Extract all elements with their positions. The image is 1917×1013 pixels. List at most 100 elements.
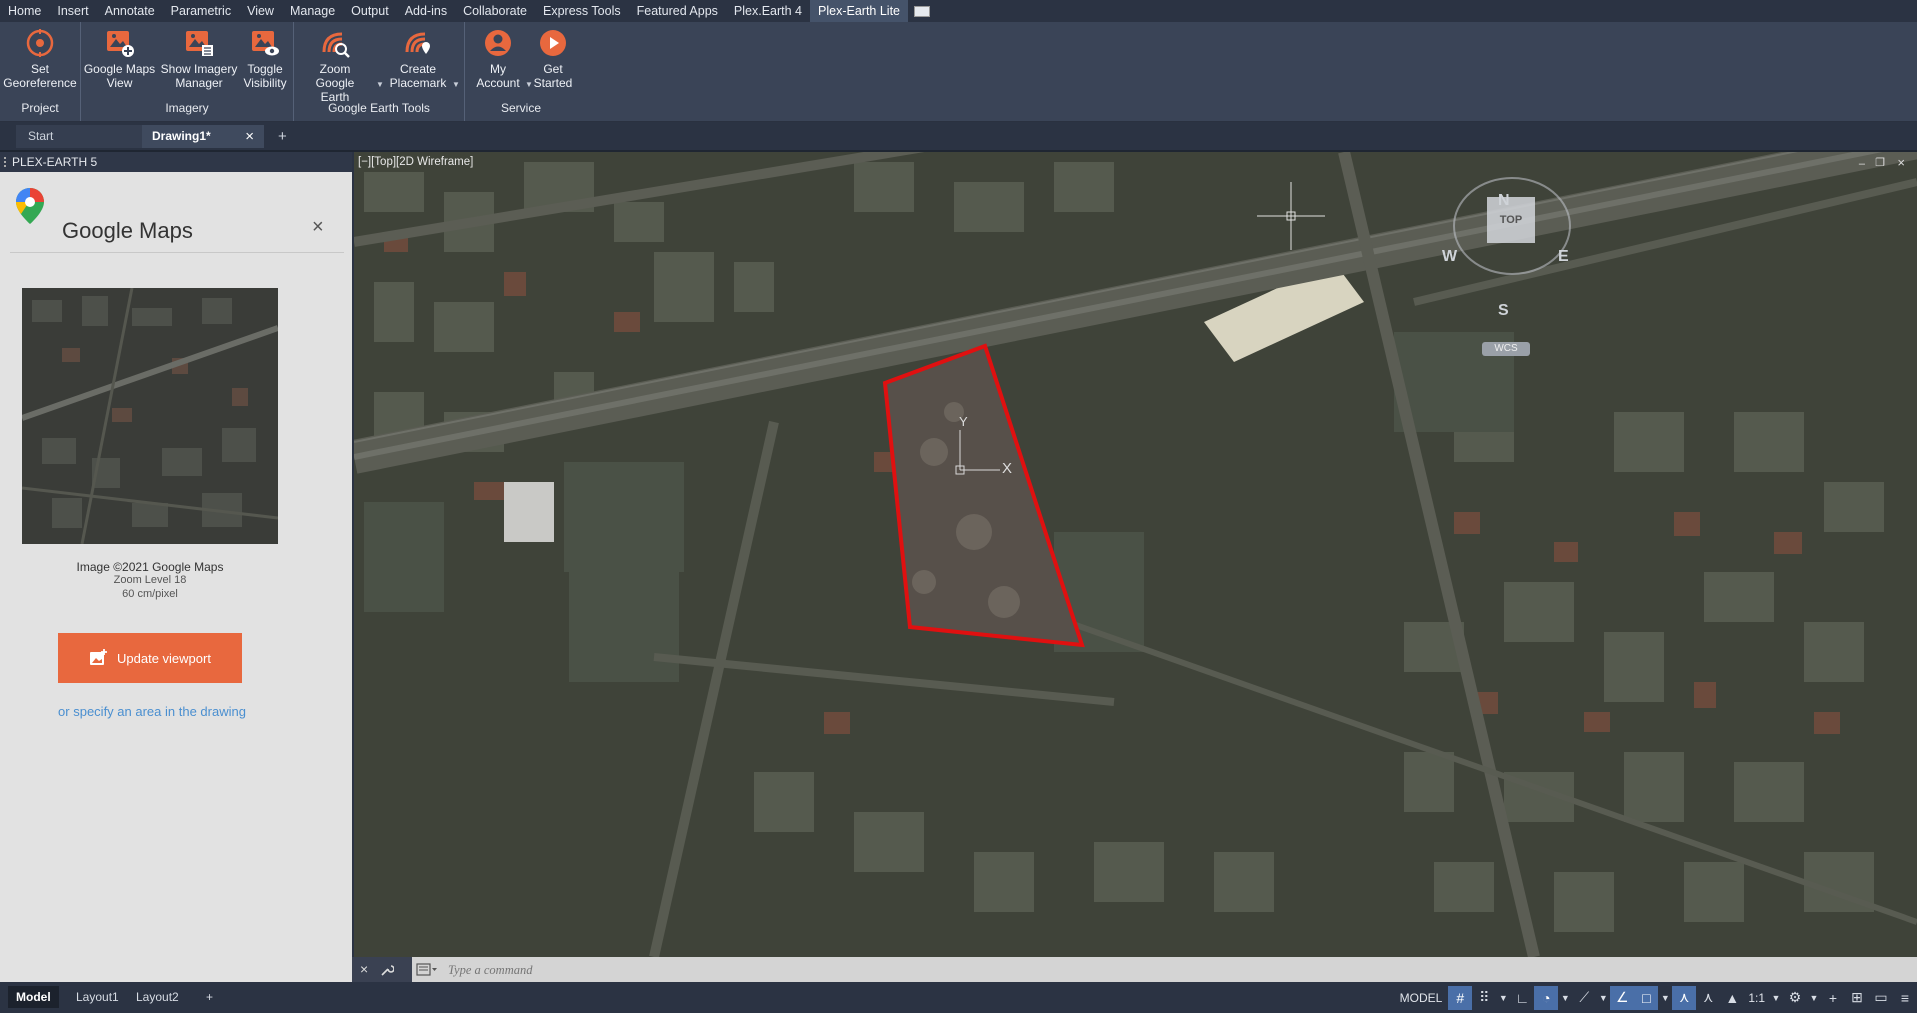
isodraft-dropdown-icon[interactable]: ▼ xyxy=(1596,986,1610,1010)
viewcube-top-face[interactable]: TOP xyxy=(1487,197,1535,243)
menu-item-output[interactable]: Output xyxy=(343,0,397,22)
zoom-google-earth-button[interactable]: Zoom Google Earth xyxy=(302,26,368,104)
menu-item-view[interactable]: View xyxy=(239,0,282,22)
workspace-dropdown-icon[interactable]: ▼ xyxy=(1807,986,1821,1010)
close-command-icon[interactable]: × xyxy=(360,961,368,977)
tab-start[interactable]: Start xyxy=(16,125,142,148)
close-panel-icon[interactable]: × xyxy=(312,216,324,239)
viewport-minimize-icon[interactable]: ‒ xyxy=(1859,158,1865,170)
toggle-visibility-button[interactable]: Toggle Visibility xyxy=(239,26,291,90)
layout-tab-layout1[interactable]: Layout1 xyxy=(68,986,127,1008)
close-tab-icon[interactable]: × xyxy=(245,125,254,148)
get-started-label-2: Started xyxy=(533,76,573,90)
model-space-toggle[interactable]: MODEL xyxy=(1394,991,1449,1005)
georeference-icon xyxy=(26,29,54,57)
resolution: 60 cm/pixel xyxy=(122,588,178,600)
compass-south[interactable]: S xyxy=(1498,302,1509,320)
grid-icon[interactable]: # xyxy=(1448,985,1473,1010)
placemark-icon xyxy=(405,32,430,54)
layout-tab-model[interactable]: Model xyxy=(8,986,59,1008)
customization-menu-icon[interactable]: ≡ xyxy=(1893,986,1917,1010)
panel-project: Set Georeference Project xyxy=(0,22,81,121)
workspace-gear-icon[interactable]: ⚙ xyxy=(1783,986,1807,1010)
snap-dropdown-icon[interactable]: ▼ xyxy=(1496,986,1510,1010)
annotation-visibility-icon[interactable]: ⋏ xyxy=(1672,985,1697,1010)
command-history-icon[interactable] xyxy=(416,963,438,977)
annotation-scale-icon[interactable]: ▲ xyxy=(1720,986,1744,1010)
image-plus-icon xyxy=(90,649,108,665)
google-maps-view-button[interactable]: Google Maps View xyxy=(83,26,156,90)
menu-item-plex-earth-lite[interactable]: Plex-Earth Lite xyxy=(810,0,908,22)
set-georeference-label-1: Set xyxy=(30,62,49,76)
menu-item-plex-earth-4[interactable]: Plex.Earth 4 xyxy=(726,0,810,22)
viewport-close-icon[interactable]: × xyxy=(1897,155,1905,170)
workspace-switch-icon[interactable] xyxy=(914,5,930,17)
annotation-monitor-icon[interactable]: + xyxy=(1821,986,1845,1010)
wrench-icon[interactable] xyxy=(380,963,394,977)
scale-dropdown-icon[interactable]: ▼ xyxy=(1769,986,1783,1010)
layout-tab-layout2[interactable]: Layout2 xyxy=(128,986,187,1008)
zoom-level: Zoom Level 18 xyxy=(113,574,187,586)
menu-item-home[interactable]: Home xyxy=(0,0,49,22)
tab-drawing1[interactable]: Drawing1* × xyxy=(142,125,264,148)
update-viewport-button[interactable]: Update viewport xyxy=(58,633,242,683)
my-account-label-2: Account xyxy=(476,76,520,90)
panel-title-google-earth-tools: Google Earth Tools xyxy=(328,101,430,115)
my-account-button[interactable]: My Account xyxy=(473,26,523,90)
panel-title-project: Project xyxy=(21,101,59,115)
toggle-visibility-label-2: Visibility xyxy=(243,76,287,90)
menu-item-add-ins[interactable]: Add-ins xyxy=(397,0,455,22)
add-layout-button[interactable]: + xyxy=(198,986,221,1008)
isodraft-icon[interactable]: ⟋ xyxy=(1572,986,1596,1010)
viewport-controls-label[interactable]: [−][Top][2D Wireframe] xyxy=(358,156,473,168)
google-maps-view-label-1: Google Maps xyxy=(83,62,156,76)
annotation-scale-value[interactable]: 1:1 xyxy=(1744,991,1769,1005)
show-imagery-manager-label-2: Manager xyxy=(175,76,223,90)
polar-tracking-icon[interactable]: ◔ xyxy=(1534,985,1559,1010)
visibility-icon xyxy=(252,31,279,56)
menu-item-express-tools[interactable]: Express Tools xyxy=(535,0,629,22)
new-tab-button[interactable]: + xyxy=(272,125,296,148)
polar-dropdown-icon[interactable]: ▼ xyxy=(1558,986,1572,1010)
panel-title: Google Maps xyxy=(62,218,193,243)
show-imagery-manager-button[interactable]: Show Imagery Manager xyxy=(159,26,239,90)
update-viewport-label: Update viewport xyxy=(117,650,211,666)
grip-icon[interactable] xyxy=(4,157,8,167)
image-credit: Image ©2021 Google Maps xyxy=(76,560,224,574)
command-input[interactable] xyxy=(446,960,1900,980)
auto-scale-icon[interactable]: ⋏ xyxy=(1696,986,1720,1010)
wcs-menu[interactable]: WCS xyxy=(1482,342,1530,356)
set-georeference-button[interactable]: Set Georeference xyxy=(0,26,80,90)
units-icon[interactable]: ⊞ xyxy=(1845,986,1869,1010)
ortho-icon[interactable]: ∟ xyxy=(1510,986,1534,1010)
menu-item-parametric[interactable]: Parametric xyxy=(163,0,239,22)
placemark-dropdown-caret[interactable]: ▼ xyxy=(452,80,460,89)
osnap-dropdown-icon[interactable]: ▼ xyxy=(1658,986,1672,1010)
get-started-button[interactable]: Get Started xyxy=(531,26,575,90)
create-placemark-button[interactable]: Create Placemark xyxy=(386,26,450,90)
menu-item-insert[interactable]: Insert xyxy=(49,0,96,22)
zoom-dropdown-caret[interactable]: ▼ xyxy=(376,80,384,89)
create-placemark-label-1: Create xyxy=(399,62,437,76)
panel-header: PLEX-EARTH 5 xyxy=(0,152,352,172)
my-account-label-1: My xyxy=(490,62,506,76)
ucs-y-label: Y xyxy=(959,414,968,429)
specify-area-link[interactable]: or specify an area in the drawing xyxy=(0,704,304,719)
tab-drawing1-label: Drawing1* xyxy=(152,129,211,143)
drawing-viewport[interactable]: Y X [−][Top][2D Wireframe] ‒ ❐ × N S E W… xyxy=(354,152,1917,957)
google-maps-pane: Google Maps × Image ©2021 Google Maps Zo… xyxy=(0,172,352,982)
object-snap-icon[interactable]: □ xyxy=(1634,985,1659,1010)
viewport-restore-icon[interactable]: ❐ xyxy=(1875,156,1885,169)
menu-item-annotate[interactable]: Annotate xyxy=(97,0,163,22)
site-boundary[interactable] xyxy=(882,343,1085,648)
menu-item-manage[interactable]: Manage xyxy=(282,0,343,22)
object-snap-tracking-icon[interactable]: ∠ xyxy=(1610,985,1635,1010)
clean-screen-icon[interactable]: ▭ xyxy=(1869,986,1893,1010)
compass-east[interactable]: E xyxy=(1558,248,1569,266)
menu-item-collaborate[interactable]: Collaborate xyxy=(455,0,535,22)
google-maps-pin-icon xyxy=(16,188,44,224)
command-line: × xyxy=(352,957,1917,982)
compass-west[interactable]: W xyxy=(1442,248,1457,266)
menu-item-featured-apps[interactable]: Featured Apps xyxy=(629,0,726,22)
snap-icon[interactable]: ⠿ xyxy=(1472,986,1496,1010)
